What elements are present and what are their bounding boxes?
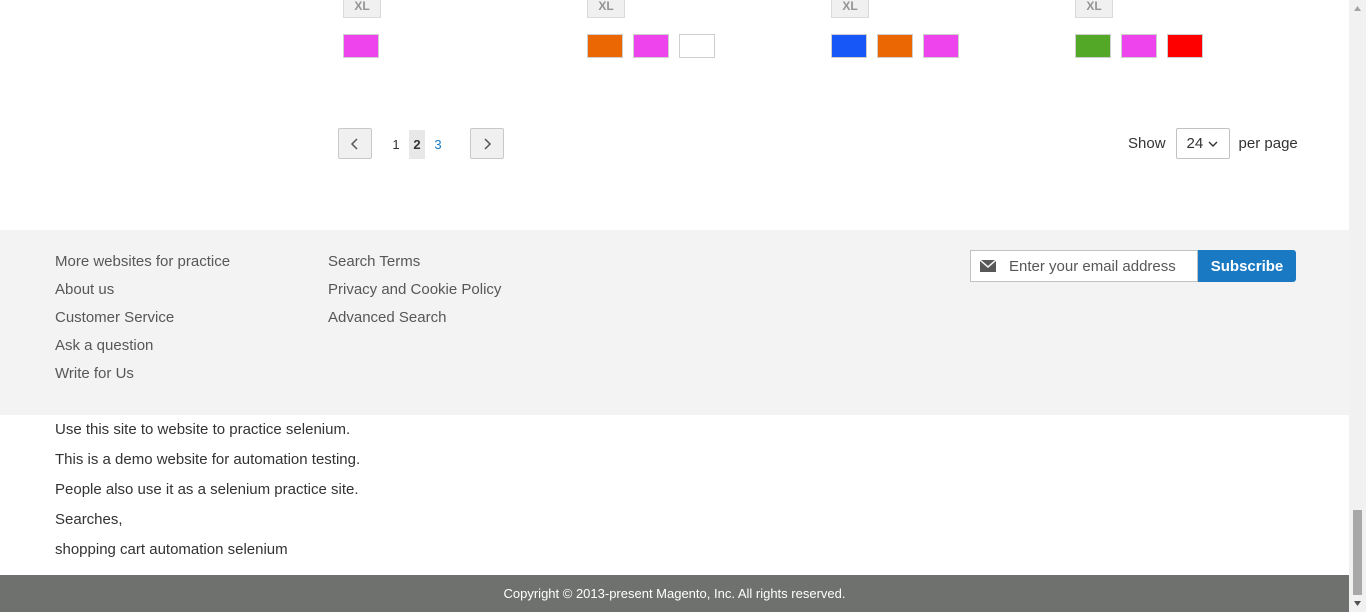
envelope-icon — [980, 260, 996, 272]
footer-link-write-for-us[interactable]: Write for Us — [55, 360, 230, 388]
footer-links-col-2: Search Terms Privacy and Cookie Policy A… — [328, 248, 501, 332]
color-swatch[interactable] — [1075, 34, 1111, 58]
info-line: shopping cart automation selenium — [55, 541, 288, 558]
color-swatch-row — [1075, 34, 1203, 58]
color-swatch[interactable] — [1167, 34, 1203, 58]
scrollbar-thumb[interactable] — [1353, 510, 1362, 595]
size-swatch[interactable]: XL — [587, 0, 625, 18]
size-swatch[interactable]: XL — [831, 0, 869, 18]
color-swatch[interactable] — [923, 34, 959, 58]
footer-link-more-websites[interactable]: More websites for practice — [55, 248, 230, 276]
newsletter-email-box — [970, 250, 1198, 282]
limiter-value: 24 — [1186, 135, 1204, 152]
scroll-down-arrow-icon[interactable] — [1353, 599, 1362, 608]
site-info: Use this site to website to practice sel… — [55, 415, 360, 565]
vertical-scrollbar[interactable] — [1349, 0, 1366, 612]
footer-link-privacy-policy[interactable]: Privacy and Cookie Policy — [328, 276, 501, 304]
chevron-left-icon — [350, 137, 358, 150]
color-swatch-row — [831, 34, 959, 58]
subscribe-button[interactable]: Subscribe — [1198, 250, 1296, 282]
footer: More websites for practice About us Cust… — [0, 230, 1349, 415]
footer-link-customer-service[interactable]: Customer Service — [55, 304, 230, 332]
color-swatch[interactable] — [343, 34, 379, 58]
info-line: Use this site to website to practice sel… — [55, 421, 351, 438]
newsletter-form: Subscribe — [970, 250, 1296, 282]
color-swatch[interactable] — [1121, 34, 1157, 58]
pager-pages: 1 2 3 — [384, 130, 451, 159]
page-current: 2 — [409, 130, 425, 159]
color-swatch[interactable] — [587, 34, 623, 58]
pager-previous-button[interactable] — [338, 128, 372, 159]
page-viewport: XL XL XL XL 1 2 3 Show 24 per page More … — [0, 0, 1349, 612]
color-swatch[interactable] — [679, 34, 715, 58]
chevron-right-icon — [484, 137, 492, 150]
info-line: This is a demo website for automation te… — [55, 451, 361, 468]
color-swatch[interactable] — [877, 34, 913, 58]
footer-links-col-1: More websites for practice About us Cust… — [55, 248, 230, 388]
limiter-select[interactable]: 24 — [1175, 128, 1230, 159]
newsletter-email-input[interactable] — [1007, 256, 1191, 276]
copyright-bar: Copyright © 2013-present Magento, Inc. A… — [0, 575, 1349, 612]
footer-link-advanced-search[interactable]: Advanced Search — [328, 304, 501, 332]
footer-link-about-us[interactable]: About us — [55, 276, 230, 304]
footer-link-ask-question[interactable]: Ask a question — [55, 332, 230, 360]
limiter-per-page-label: per page — [1238, 135, 1298, 152]
scroll-up-arrow-icon[interactable] — [1353, 4, 1362, 13]
pager-next-button[interactable] — [470, 128, 504, 159]
page-link-1[interactable]: 1 — [384, 130, 408, 159]
info-line: People also use it as a selenium practic… — [55, 481, 359, 498]
color-swatch-row — [343, 34, 379, 58]
color-swatch[interactable] — [633, 34, 669, 58]
footer-link-search-terms[interactable]: Search Terms — [328, 248, 501, 276]
limiter-show-label: Show — [1128, 135, 1166, 152]
chevron-down-icon — [1208, 141, 1218, 147]
info-line: Searches, — [55, 511, 123, 528]
size-swatch[interactable]: XL — [1075, 0, 1113, 18]
limiter: Show 24 per page — [1128, 128, 1298, 159]
page-link-3[interactable]: 3 — [426, 130, 450, 159]
size-swatch[interactable]: XL — [343, 0, 381, 18]
color-swatch[interactable] — [831, 34, 867, 58]
color-swatch-row — [587, 34, 715, 58]
